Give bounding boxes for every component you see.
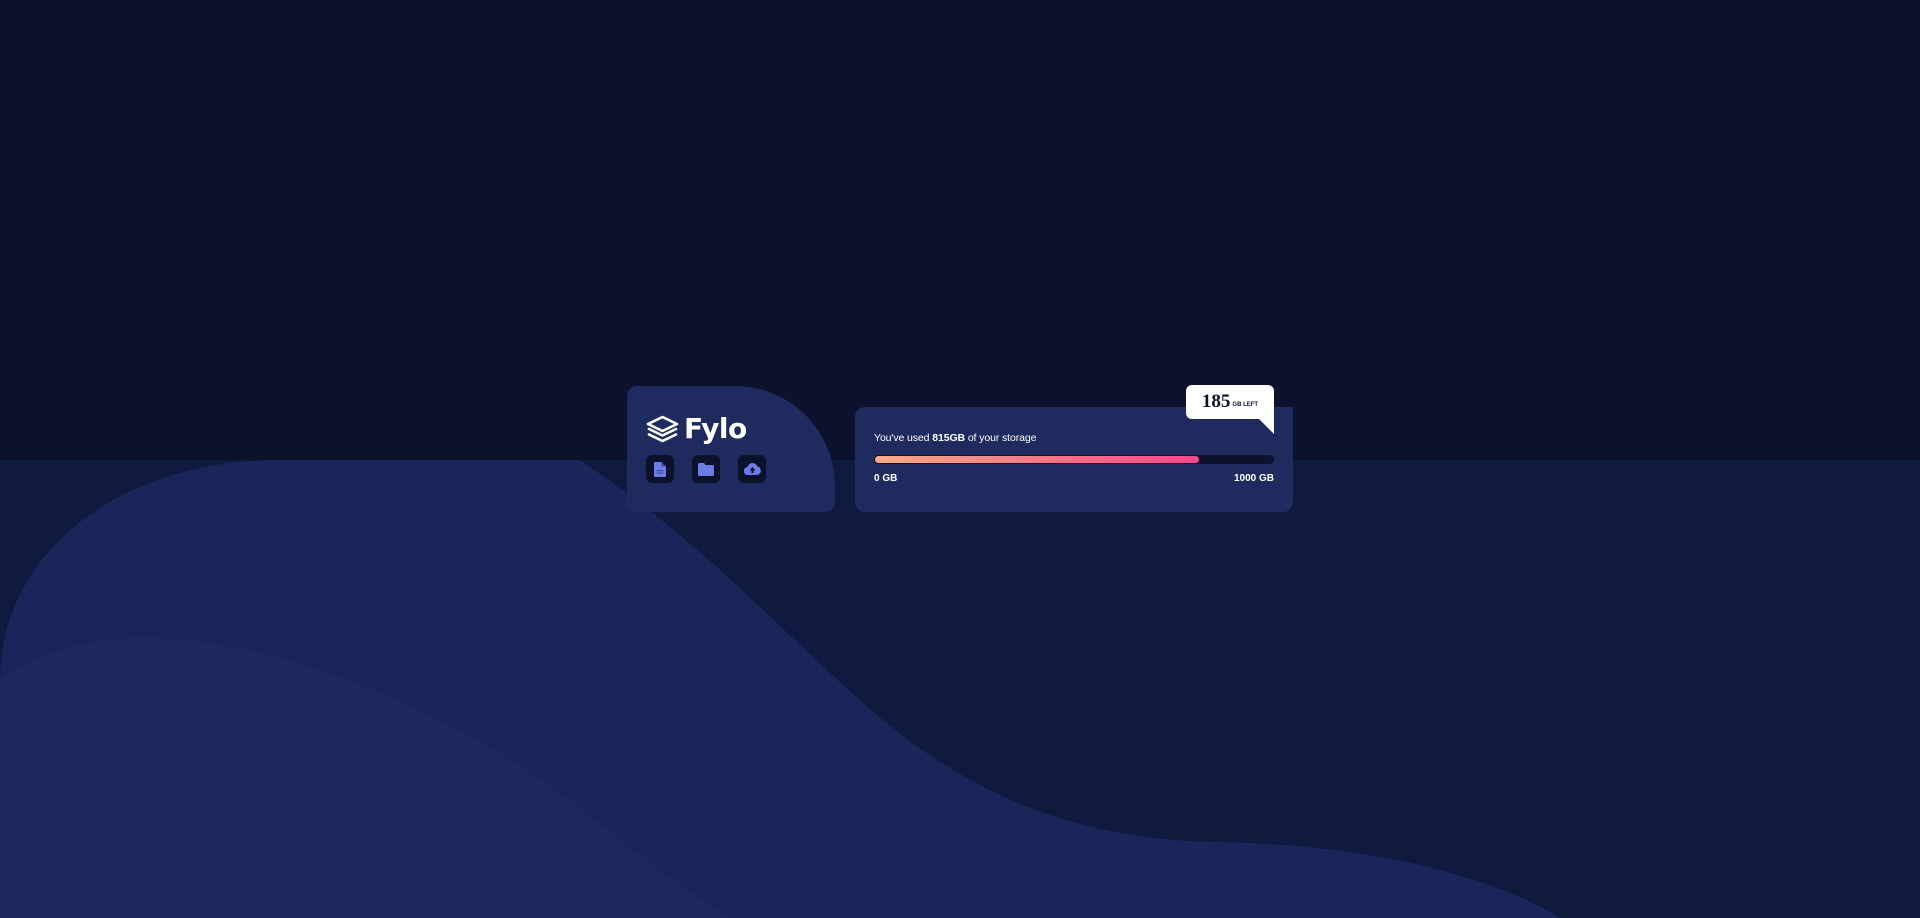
- document-button[interactable]: [646, 455, 674, 483]
- folder-button[interactable]: [692, 455, 720, 483]
- usage-suffix: of your storage: [965, 432, 1037, 444]
- upload-button[interactable]: [738, 455, 766, 483]
- document-icon: [654, 461, 666, 477]
- max-capacity-label: 1000 GB: [1233, 473, 1274, 484]
- logo: Fylo: [646, 412, 747, 445]
- logo-layers-icon: [646, 415, 679, 442]
- remaining-amount: 185: [1201, 391, 1231, 412]
- folder-icon: [698, 462, 714, 476]
- used-amount: 815GB: [932, 432, 965, 444]
- min-capacity-label: 0 GB: [874, 473, 898, 484]
- remaining-unit: GB LEFT: [1232, 401, 1259, 408]
- storage-progress-fill: [875, 456, 1200, 463]
- usage-prefix: You've used: [874, 432, 933, 444]
- storage-card: You've used 815GB of your storage 0 GB 1…: [855, 407, 1293, 512]
- upload-icon: [743, 463, 761, 475]
- remaining-storage-bubble: 185 GB LEFT: [1186, 385, 1274, 434]
- brand-name: Fylo: [684, 412, 747, 445]
- usage-text: You've used 815GB of your storage: [874, 432, 1036, 444]
- storage-progress-bar: [874, 455, 1274, 464]
- file-action-icons: [646, 455, 766, 483]
